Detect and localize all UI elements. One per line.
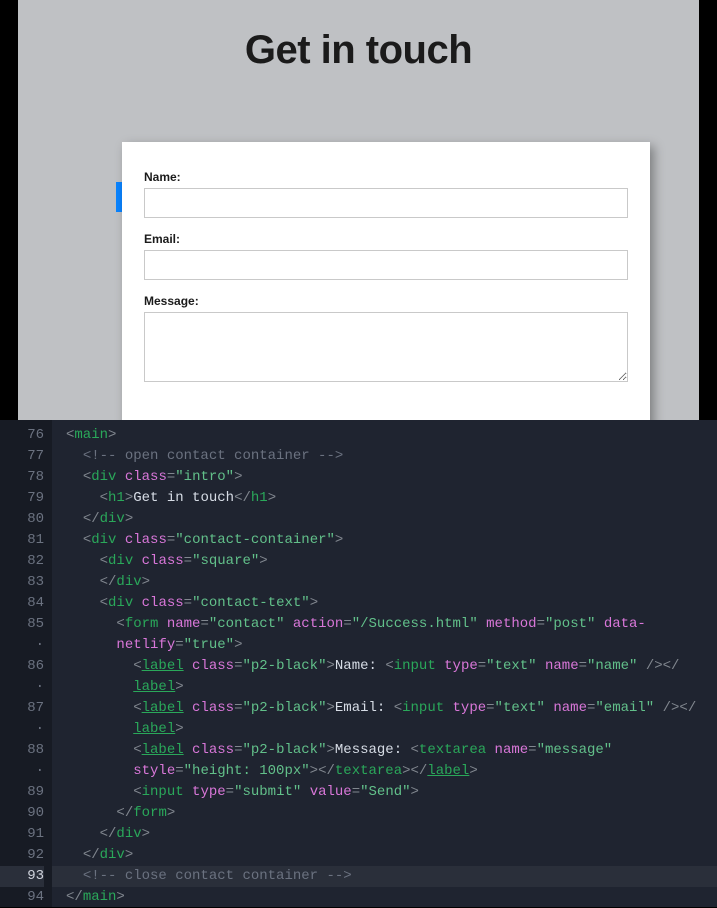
line-number: 88 bbox=[0, 740, 44, 761]
contact-form-card: Name: Email: Message: bbox=[122, 142, 650, 420]
line-number: 94 bbox=[0, 887, 44, 908]
code-line[interactable]: </div> bbox=[52, 845, 717, 866]
line-number: 90 bbox=[0, 803, 44, 824]
code-line[interactable]: <main> bbox=[52, 425, 717, 446]
message-label: Message: bbox=[144, 294, 628, 308]
code-line[interactable]: netlify="true"> bbox=[52, 635, 717, 656]
code-line[interactable]: </div> bbox=[52, 509, 717, 530]
code-line[interactable]: <!-- open contact container --> bbox=[52, 446, 717, 467]
email-label: Email: bbox=[144, 232, 628, 246]
line-number: 84 bbox=[0, 593, 44, 614]
email-input[interactable] bbox=[144, 250, 628, 280]
code-line[interactable]: </div> bbox=[52, 572, 717, 593]
line-number: 93 bbox=[0, 866, 44, 887]
code-line[interactable]: </main> bbox=[52, 887, 717, 908]
line-number: 78 bbox=[0, 467, 44, 488]
code-line[interactable]: <label class="p2-black">Email: <input ty… bbox=[52, 698, 717, 719]
code-line[interactable]: </div> bbox=[52, 824, 717, 845]
code-editor[interactable]: 76777879808182838485·86·87·88·8990919293… bbox=[0, 420, 717, 907]
line-number: 87 bbox=[0, 698, 44, 719]
code-line[interactable]: <label class="p2-black">Name: <input typ… bbox=[52, 656, 717, 677]
line-number: · bbox=[0, 677, 44, 698]
code-line[interactable]: <div class="intro"> bbox=[52, 467, 717, 488]
line-number: 77 bbox=[0, 446, 44, 467]
line-number: 86 bbox=[0, 656, 44, 677]
code-line[interactable]: <div class="contact-text"> bbox=[52, 593, 717, 614]
code-line[interactable]: <div class="square"> bbox=[52, 551, 717, 572]
line-number: 83 bbox=[0, 572, 44, 593]
line-number: · bbox=[0, 719, 44, 740]
line-number-gutter: 76777879808182838485·86·87·88·8990919293… bbox=[0, 420, 52, 907]
code-line[interactable]: label> bbox=[52, 719, 717, 740]
name-label: Name: bbox=[144, 170, 628, 184]
line-number: 82 bbox=[0, 551, 44, 572]
page-heading: Get in touch bbox=[18, 28, 699, 73]
line-number: 91 bbox=[0, 824, 44, 845]
code-content[interactable]: <main> <!-- open contact container --> <… bbox=[52, 420, 717, 907]
line-number: 81 bbox=[0, 530, 44, 551]
name-input[interactable] bbox=[144, 188, 628, 218]
line-number: 89 bbox=[0, 782, 44, 803]
code-line[interactable]: <h1>Get in touch</h1> bbox=[52, 488, 717, 509]
line-number: 80 bbox=[0, 509, 44, 530]
message-textarea[interactable] bbox=[144, 312, 628, 382]
browser-preview: Get in touch Name: Email: Message: bbox=[18, 0, 699, 420]
code-line[interactable]: <form name="contact" action="/Success.ht… bbox=[52, 614, 717, 635]
code-line[interactable]: <!-- close contact container --> bbox=[52, 866, 717, 887]
code-line[interactable]: label> bbox=[52, 677, 717, 698]
line-number: · bbox=[0, 635, 44, 656]
line-number: 92 bbox=[0, 845, 44, 866]
code-line[interactable]: <input type="submit" value="Send"> bbox=[52, 782, 717, 803]
code-line[interactable]: style="height: 100px"></textarea></label… bbox=[52, 761, 717, 782]
code-line[interactable]: <label class="p2-black">Message: <textar… bbox=[52, 740, 717, 761]
line-number: 76 bbox=[0, 425, 44, 446]
line-number: · bbox=[0, 761, 44, 782]
line-number: 79 bbox=[0, 488, 44, 509]
code-line[interactable]: <div class="contact-container"> bbox=[52, 530, 717, 551]
line-number: 85 bbox=[0, 614, 44, 635]
code-line[interactable]: </form> bbox=[52, 803, 717, 824]
